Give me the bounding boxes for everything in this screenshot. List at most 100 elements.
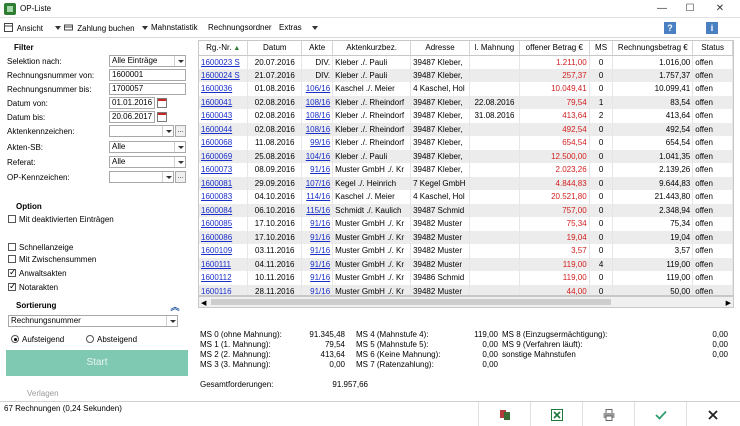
copy-button[interactable] [478, 402, 530, 426]
column-header[interactable]: MS [589, 41, 614, 56]
table-cell[interactable]: 91/16 [301, 284, 334, 295]
absteigend-radio[interactable] [86, 335, 94, 343]
table-cell[interactable]: 91/16 [301, 230, 334, 244]
table-cell[interactable]: 1600083 [199, 190, 249, 204]
table-cell[interactable]: 1600081 [199, 176, 249, 190]
table-cell[interactable]: 1600085 [199, 217, 249, 231]
table-cell[interactable]: 99/16 [301, 136, 334, 150]
table-row[interactable]: 1600085 17.10.2016 91/16 Muster GmbH ./. Kr… [199, 217, 733, 231]
anwalt-checkbox[interactable] [8, 267, 17, 277]
column-header[interactable]: Datum [247, 41, 303, 56]
column-header[interactable]: offener Betrag € [519, 41, 590, 56]
table-cell[interactable]: 108/16 [301, 95, 334, 109]
rnr-bis-input[interactable]: 1700057 [109, 83, 186, 95]
table-cell[interactable]: 108/16 [301, 109, 334, 123]
help-icon[interactable]: ? [664, 22, 676, 34]
deaktiviert-checkbox[interactable] [8, 215, 16, 223]
table-row[interactable]: 1600068 11.08.2016 99/16 Kleber ./. Rheindo… [199, 136, 733, 150]
table-cell[interactable]: 1600112 [199, 271, 249, 285]
table-row[interactable]: 1600084 06.10.2016 115/16 Schmidt ./. Kauli… [199, 203, 733, 217]
column-header[interactable]: l. Mahnung [469, 41, 520, 56]
akten-sb-select[interactable]: Alle [109, 141, 186, 153]
table-row[interactable]: 1600024 S 21.07.2016 DIV. Kleber ./. Pauli 3… [199, 68, 733, 82]
akten-kz-browse-button[interactable]: ... [175, 125, 186, 137]
table-row[interactable]: 1600083 04.10.2016 114/16 Kaschel ./. Meier… [199, 190, 733, 204]
ok-button[interactable] [634, 402, 686, 426]
calendar-icon[interactable] [157, 98, 167, 108]
akten-kz-select[interactable] [109, 125, 174, 137]
table-cell[interactable]: 108/16 [301, 122, 334, 136]
menu-ansicht[interactable]: Ansicht [4, 23, 43, 33]
column-header[interactable]: Rechnungsbetrag € [612, 41, 694, 56]
maximize-button[interactable]: ☐ [676, 0, 704, 18]
chevron-down-icon[interactable] [55, 26, 61, 30]
table-row[interactable]: 1600081 29.09.2016 107/16 Kegel ./. Heinric… [199, 176, 733, 190]
table-cell[interactable]: 1600073 [199, 163, 249, 177]
table-cell[interactable]: 1600116 [199, 284, 249, 295]
table-cell[interactable]: 1600024 S [199, 68, 249, 82]
table-cell[interactable]: DIV. [301, 55, 334, 69]
column-header[interactable]: Akte [301, 41, 334, 56]
chevron-down-icon[interactable] [142, 26, 148, 30]
calendar-icon[interactable] [157, 112, 167, 122]
column-header[interactable]: Adresse [410, 41, 471, 56]
table-cell[interactable]: 1600084 [199, 203, 249, 217]
close-window-button[interactable]: ✕ [706, 0, 734, 18]
cancel-button[interactable] [686, 402, 740, 426]
table-cell[interactable]: 114/16 [301, 190, 334, 204]
table-row[interactable]: 1600023 S 20.07.2016 DIV. Kleber ./. Pauli 3… [199, 55, 733, 69]
table-cell[interactable]: 1600069 [199, 149, 249, 163]
op-kz-browse-button[interactable]: ... [175, 171, 186, 183]
table-cell[interactable]: 1600044 [199, 122, 249, 136]
table-row[interactable]: 1600073 08.09.2016 91/16 Muster GmbH ./. Kr… [199, 163, 733, 177]
horizontal-scrollbar[interactable]: ◀ ▶ [198, 296, 734, 308]
datum-von-input[interactable]: 01.01.2016 [109, 97, 155, 109]
chevron-down-icon[interactable] [312, 26, 318, 30]
table-cell[interactable]: 91/16 [301, 271, 334, 285]
excel-export-button[interactable] [530, 402, 582, 426]
table-cell[interactable]: 1600086 [199, 230, 249, 244]
table-cell[interactable]: 1600023 S [199, 55, 249, 69]
menu-mahnstatistik[interactable]: Mahnstatistik [151, 23, 198, 32]
aufsteigend-radio[interactable] [11, 335, 19, 343]
notar-checkbox[interactable] [8, 281, 17, 291]
table-cell[interactable]: 91/16 [301, 217, 334, 231]
table-cell[interactable]: 91/16 [301, 163, 334, 177]
schnell-checkbox[interactable] [8, 243, 16, 251]
table-cell[interactable]: 1600041 [199, 95, 249, 109]
table-row[interactable]: 1600111 04.11.2016 91/16 Muster GmbH ./. Kr… [199, 257, 733, 271]
selektion-select[interactable]: Alle Einträge [109, 55, 186, 67]
datum-bis-input[interactable]: 20.06.2017 [109, 111, 155, 123]
sortierung-select[interactable]: Rechnungsnummer [8, 315, 178, 327]
table-row[interactable]: 1600043 02.08.2016 108/16 Kleber ./. Rheind… [199, 109, 733, 123]
scroll-left-icon[interactable]: ◀ [201, 299, 206, 307]
table-cell[interactable]: DIV. [301, 68, 334, 82]
table-cell[interactable]: 1600036 [199, 82, 249, 96]
table-cell[interactable]: 115/16 [301, 203, 334, 217]
column-header[interactable]: Status [692, 41, 733, 56]
table-row[interactable]: 1600041 02.08.2016 108/16 Kleber ./. Rheind… [199, 95, 733, 109]
table-cell[interactable]: 1600043 [199, 109, 249, 123]
table-cell[interactable]: 1600111 [199, 257, 249, 271]
table-cell[interactable]: 91/16 [301, 244, 334, 258]
table-cell[interactable]: 1600068 [199, 136, 249, 150]
table-row[interactable]: 1600112 10.11.2016 91/16 Muster GmbH ./. Kr… [199, 271, 733, 285]
print-button[interactable] [582, 402, 634, 426]
zwischen-checkbox[interactable] [8, 255, 16, 263]
menu-rechnungsordner[interactable]: Rechnungsordner [208, 23, 272, 32]
column-header[interactable]: Rg.-Nr. ▲ [199, 41, 249, 56]
table-row[interactable]: 1600109 03.11.2016 91/16 Muster GmbH ./. Kr… [199, 244, 733, 258]
menu-zahlung-buchen[interactable]: Zahlung buchen [64, 23, 135, 33]
table-cell[interactable]: 104/16 [301, 149, 334, 163]
chevron-up-icon[interactable]: ︽ [170, 302, 180, 312]
scrollbar-thumb[interactable] [211, 299, 611, 305]
column-header[interactable]: Aktenkurzbez. [332, 41, 412, 56]
info-icon[interactable]: i [706, 22, 718, 34]
table-row[interactable]: 1600086 17.10.2016 91/16 Muster GmbH ./. Kr… [199, 230, 733, 244]
table-cell[interactable]: 91/16 [301, 257, 334, 271]
table-row[interactable]: 1600069 25.08.2016 104/16 Kleber ./. Pauli 3… [199, 149, 733, 163]
table-cell[interactable]: 1600109 [199, 244, 249, 258]
table-cell[interactable]: 107/16 [301, 176, 334, 190]
table-row[interactable]: 1600044 02.08.2016 108/16 Kleber ./. Rheind… [199, 122, 733, 136]
table-row[interactable]: 1600116 28.11.2016 91/16 Muster GmbH ./. Kr… [199, 284, 733, 295]
